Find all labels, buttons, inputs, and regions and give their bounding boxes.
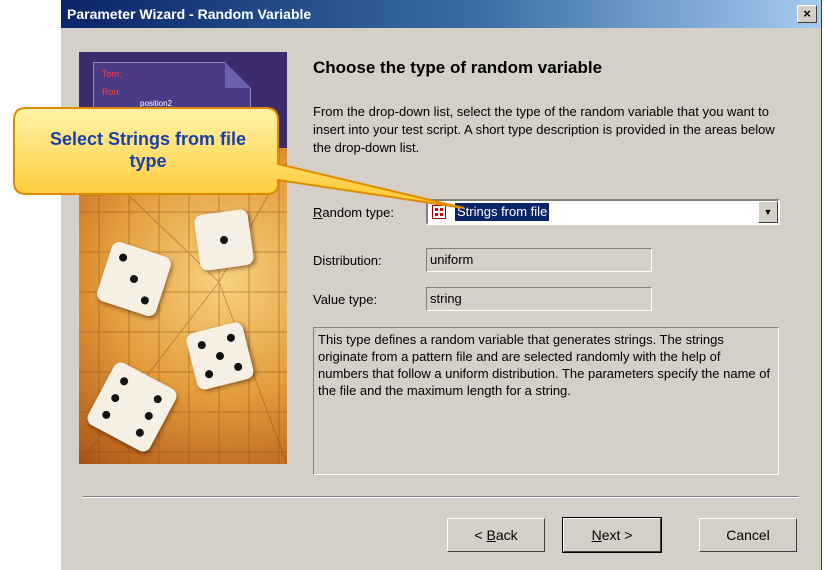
back-prefix: < (474, 527, 487, 543)
instruction-callout: Select Strings from file type (12, 104, 465, 209)
die-graphic (193, 208, 255, 272)
distribution-field: uniform (426, 248, 652, 272)
script-name-1: Tom: (102, 69, 122, 79)
script-name-2: Ron: (102, 87, 122, 97)
next-button[interactable]: Next > (562, 517, 662, 553)
callout-text: Select Strings from file type (49, 129, 247, 171)
button-separator (83, 496, 799, 498)
next-accelerator: N (591, 527, 602, 543)
page-fold (225, 62, 251, 88)
value-type-label: Value type: (313, 292, 378, 307)
back-accelerator: B (486, 527, 496, 543)
cancel-button[interactable]: Cancel (699, 518, 797, 552)
window-title: Parameter Wizard - Random Variable (67, 6, 312, 22)
type-description: This type defines a random variable that… (313, 327, 779, 475)
back-label: ack (495, 527, 518, 543)
back-button[interactable]: < Back (447, 518, 545, 552)
dropdown-arrow-icon[interactable]: ▼ (758, 201, 778, 223)
next-label: ext > (601, 527, 633, 543)
wizard-window: Parameter Wizard - Random Variable × Tom… (60, 0, 822, 570)
close-button[interactable]: × (797, 5, 817, 23)
distribution-label: Distribution: (313, 253, 382, 268)
page-heading: Choose the type of random variable (313, 58, 603, 77)
value-type-field: string (426, 287, 652, 311)
title-bar[interactable]: Parameter Wizard - Random Variable × (61, 0, 821, 28)
